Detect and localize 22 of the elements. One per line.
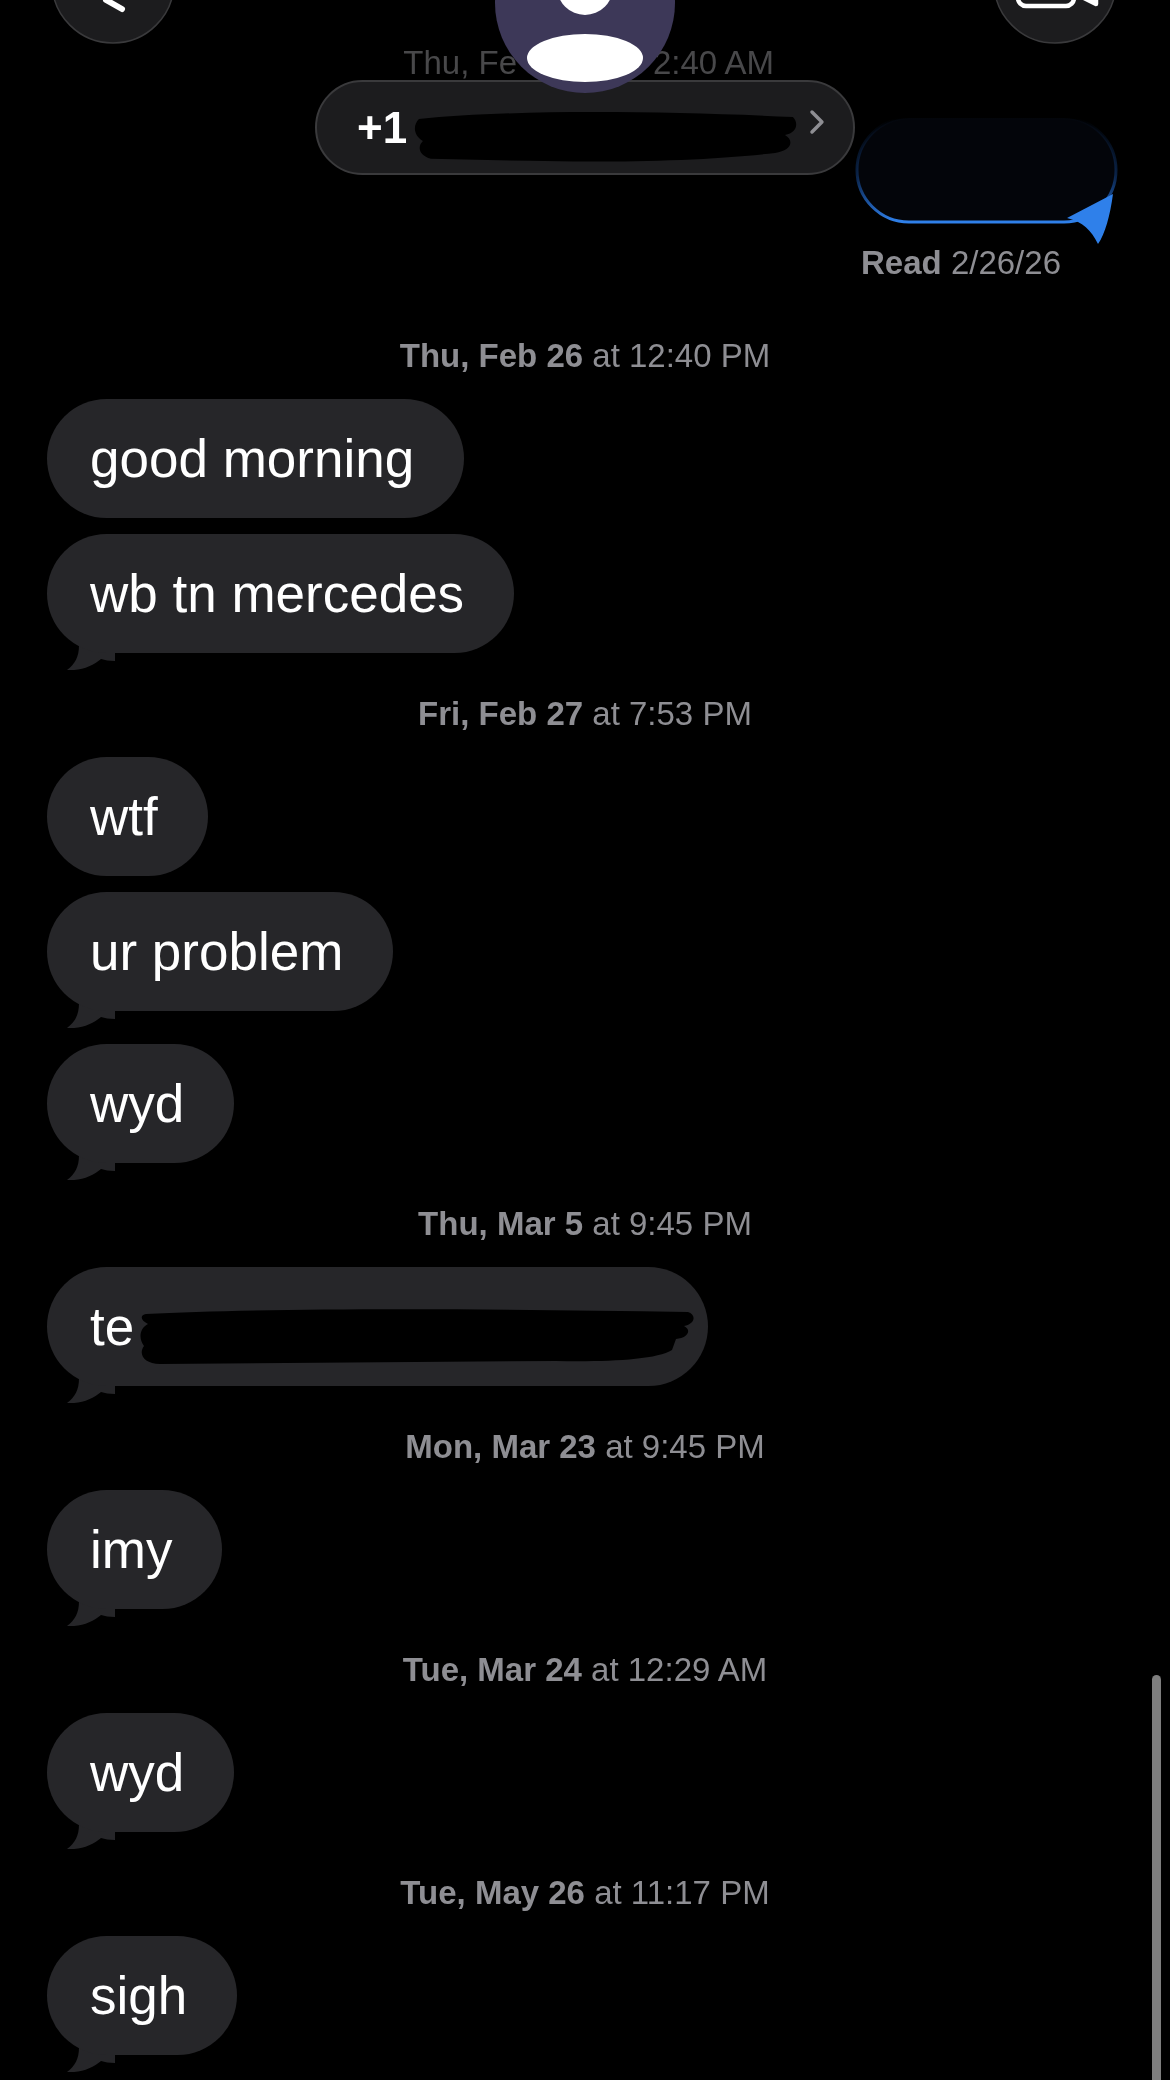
message-text: good morning (90, 428, 415, 490)
timestamp-text: Thu, Feb 26 at 12:40 PM (399, 338, 771, 374)
timestamp-text: Tue, Mar 24 at 12:29 AM (402, 1652, 768, 1688)
timestamp-text: Thu, Mar 5 at 9:45 PM (418, 1206, 752, 1242)
message-text: wtf (90, 786, 158, 848)
back-icon (103, 0, 125, 12)
video-camera-icon (1015, 0, 1099, 9)
message-text: imy (90, 1519, 173, 1581)
timestamp-text: 2:40 AM (653, 45, 775, 81)
timestamp-text: Mon, Mar 23 at 9:45 PM (405, 1429, 765, 1465)
timestamp-text: Tue, May 26 at 11:17 PM (400, 1875, 770, 1911)
timestamp-text: Thu, Fe (403, 45, 517, 81)
message-text: te (90, 1296, 135, 1358)
message-text: wb tn mercedes (90, 563, 465, 625)
timestamp-text: Fri, Feb 27 at 7:53 PM (418, 696, 752, 732)
message-text: wyd (90, 1742, 185, 1804)
contact-button[interactable]: +1 (315, 80, 855, 175)
message-text: wyd (90, 1073, 185, 1135)
message-text: sigh (90, 1965, 188, 2027)
chevron-right-icon (809, 108, 825, 135)
message-text: ur problem (90, 921, 344, 983)
read-receipt: Read 2/26/26 (861, 245, 1061, 281)
